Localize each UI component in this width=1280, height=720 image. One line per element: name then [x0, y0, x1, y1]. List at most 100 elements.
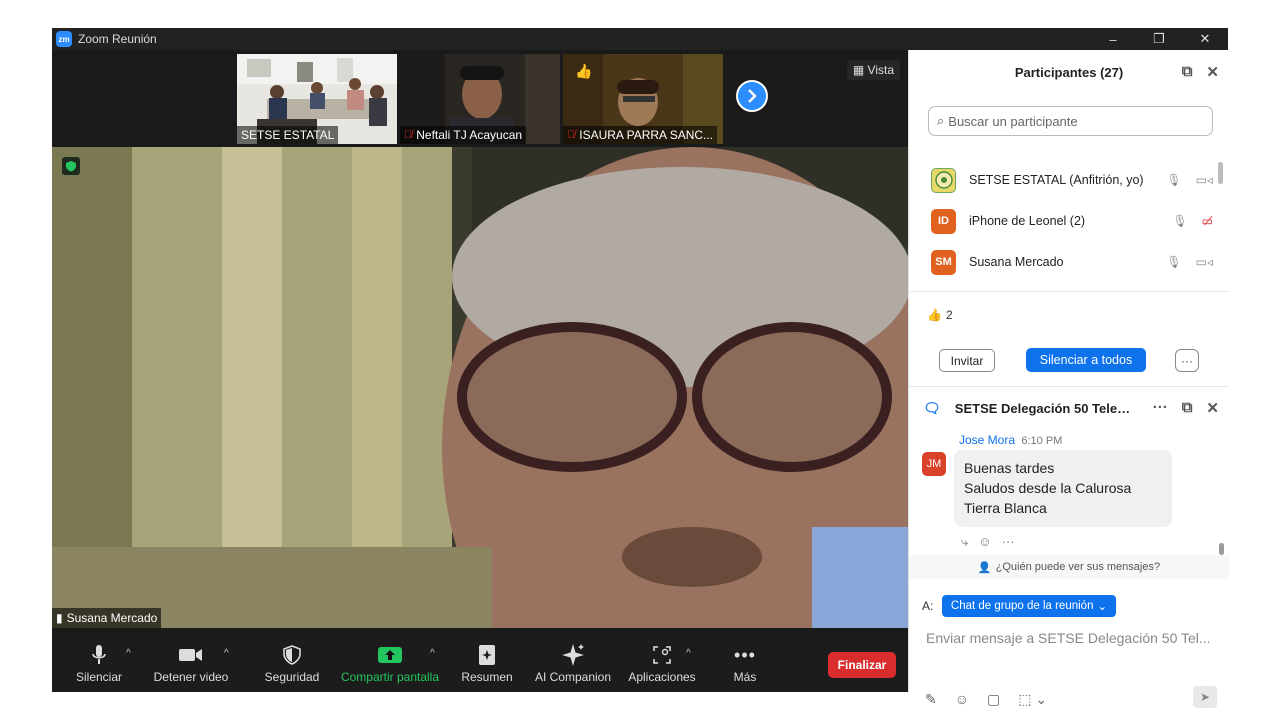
thumbnail-caption: 🎙̸ ISAURA PARRA SANC...: [563, 126, 718, 144]
video-camera-icon[interactable]: ▭◃: [1196, 173, 1213, 187]
participant-search[interactable]: ⌕ Buscar un participante: [928, 106, 1213, 136]
video-camera-icon[interactable]: ▭◃: [1196, 255, 1213, 269]
message-more-icon[interactable]: ···: [1002, 534, 1015, 550]
microphone-icon: [91, 642, 107, 668]
security-button[interactable]: Seguridad: [264, 634, 320, 692]
microphone-icon[interactable]: 🎙: [1172, 214, 1187, 228]
divider: [909, 291, 1229, 292]
participant-row[interactable]: ID iPhone de Leonel (2) 🎙 ▭̸: [931, 206, 1213, 236]
view-label: Vista: [867, 63, 894, 77]
screenshot-icon[interactable]: ⬚ ⌄: [1018, 691, 1047, 708]
more-button[interactable]: ••• Más: [728, 634, 762, 692]
message-time: 6:10 PM: [1021, 435, 1063, 447]
mic-muted-icon: 🎙̸: [404, 129, 413, 141]
svg-text:👍: 👍: [575, 63, 592, 80]
person-icon: 👤: [977, 561, 992, 574]
emoji-icon[interactable]: ☺: [955, 691, 969, 708]
minimize-button[interactable]: –: [1090, 28, 1136, 50]
speaker-name: Susana Mercado: [66, 611, 158, 625]
participant-name: iPhone de Leonel (2): [969, 214, 1086, 228]
recipient-value: Chat de grupo de la reunión: [950, 600, 1094, 612]
mute-label: Silenciar: [75, 670, 123, 684]
pop-out-icon[interactable]: ⧉: [1182, 399, 1193, 417]
chevron-right-icon: [748, 89, 757, 103]
file-icon[interactable]: ▢: [987, 691, 1000, 708]
thumbnail-isaura[interactable]: 👍 🎙̸ ISAURA PARRA SANC...: [563, 54, 723, 144]
meeting-toolbar: Silenciar ^ Detener video ^ Seguridad Co…: [52, 634, 908, 692]
main-video-name: ▮ Susana Mercado: [52, 608, 162, 628]
video-label: Detener video: [153, 670, 229, 684]
chat-message-input[interactable]: [926, 626, 1219, 650]
chat-bubbles-icon: 🗨: [923, 399, 941, 416]
sender-avatar: JM: [922, 452, 946, 476]
recipient-dropdown[interactable]: Chat de grupo de la reunión ⌄: [942, 595, 1116, 617]
thumbnail-caption: 🎙̸ Neftali TJ Acayucan: [400, 126, 527, 144]
summary-document-icon: [477, 642, 497, 668]
main-video[interactable]: ▮ Susana Mercado: [52, 147, 908, 628]
microphone-icon[interactable]: 🎙: [1166, 255, 1181, 269]
apps-button[interactable]: Aplicaciones: [624, 634, 700, 692]
thumbs-up-icon: 👍: [927, 308, 942, 322]
stop-video-button[interactable]: Detener video: [152, 634, 230, 692]
end-meeting-button[interactable]: Finalizar: [828, 652, 896, 678]
message-line: Saludos desde la Calurosa: [964, 480, 1132, 496]
thumbnail-neftali[interactable]: 🎙̸ Neftali TJ Acayucan: [400, 54, 560, 144]
signal-bars-icon: ▮: [56, 611, 63, 625]
participant-row[interactable]: SM Susana Mercado 🎙 ▭◃: [931, 247, 1213, 277]
summary-button[interactable]: Resumen: [456, 634, 518, 692]
participants-more-button[interactable]: ···: [1175, 349, 1199, 372]
reply-icon[interactable]: ⤷: [961, 534, 968, 550]
video-options-caret-icon[interactable]: ^: [224, 648, 229, 659]
share-options-caret-icon[interactable]: ^: [430, 648, 435, 659]
ai-companion-button[interactable]: AI Companion: [530, 634, 616, 692]
mute-button[interactable]: Silenciar: [74, 634, 124, 692]
encryption-shield-icon: [62, 157, 80, 175]
send-button[interactable]: ➤: [1193, 686, 1217, 708]
share-screen-icon: [377, 642, 403, 668]
participant-row[interactable]: SETSE ESTATAL (Anfitrión, yo) 🎙 ▭◃: [931, 165, 1213, 195]
format-text-icon[interactable]: ✎: [925, 691, 937, 708]
thumbnail-setse-estatal[interactable]: SETSE ESTATAL: [237, 54, 397, 144]
sparkle-icon: [561, 642, 585, 668]
add-reaction-icon[interactable]: ☺: [978, 534, 991, 550]
next-page-button[interactable]: [736, 80, 768, 112]
apps-icon: [652, 642, 672, 668]
title-bar: zm Zoom Reunión – ❐ ✕: [52, 28, 1228, 50]
more-label: Más: [733, 670, 757, 684]
chat-title: SETSE Delegación 50 Teleb...: [954, 400, 1135, 416]
video-stage: SETSE ESTATAL 🎙̸ Neftali TJ Acayucan 👍 🎙…: [52, 50, 908, 634]
window-title: Zoom Reunión: [78, 32, 157, 46]
who-can-see-link[interactable]: 👤 ¿Quién puede ver sus mensajes?: [909, 555, 1229, 579]
who-can-see-label: ¿Quién puede ver sus mensajes?: [995, 561, 1161, 573]
close-icon[interactable]: ✕: [1206, 63, 1219, 81]
video-camera-icon: [178, 642, 204, 668]
restore-button[interactable]: ❐: [1136, 28, 1182, 50]
message-meta: Jose Mora 6:10 PM: [959, 433, 1062, 447]
share-screen-button[interactable]: Compartir pantalla: [338, 634, 442, 692]
invite-button[interactable]: Invitar: [939, 349, 995, 372]
participant-name: SETSE ESTATAL: [241, 128, 335, 142]
chat-header: 🗨 SETSE Delegación 50 Teleb... ··· ⧉ ✕: [909, 388, 1229, 428]
video-off-icon[interactable]: ▭̸: [1202, 214, 1213, 228]
ai-label: AI Companion: [534, 670, 612, 684]
mute-options-caret-icon[interactable]: ^: [126, 648, 131, 659]
more-dots-icon: •••: [734, 644, 756, 665]
thumbnail-caption: SETSE ESTATAL: [237, 126, 339, 144]
participants-header: Participantes (27) ⧉ ✕: [909, 50, 1229, 94]
organization-logo-icon: [934, 171, 953, 189]
mute-all-button[interactable]: Silenciar a todos: [1026, 348, 1146, 372]
side-panel: Participantes (27) ⧉ ✕ ⌕ Buscar un parti…: [908, 50, 1229, 708]
message-sender[interactable]: Jose Mora: [959, 433, 1015, 447]
chat-scrollbar[interactable]: [1219, 543, 1224, 555]
participants-scrollbar[interactable]: [1218, 162, 1223, 184]
close-window-button[interactable]: ✕: [1182, 28, 1228, 50]
participants-title: Participantes (27): [1014, 64, 1124, 80]
microphone-icon[interactable]: 🎙: [1166, 173, 1181, 187]
pop-out-icon[interactable]: ⧉: [1182, 63, 1193, 81]
view-button[interactable]: ▦ Vista: [846, 60, 900, 80]
chat-more-icon[interactable]: ···: [1153, 399, 1168, 417]
participant-avatar: ID: [931, 208, 956, 234]
reaction-count: 2: [945, 308, 953, 322]
apps-options-caret-icon[interactable]: ^: [686, 648, 691, 659]
close-icon[interactable]: ✕: [1206, 399, 1219, 417]
